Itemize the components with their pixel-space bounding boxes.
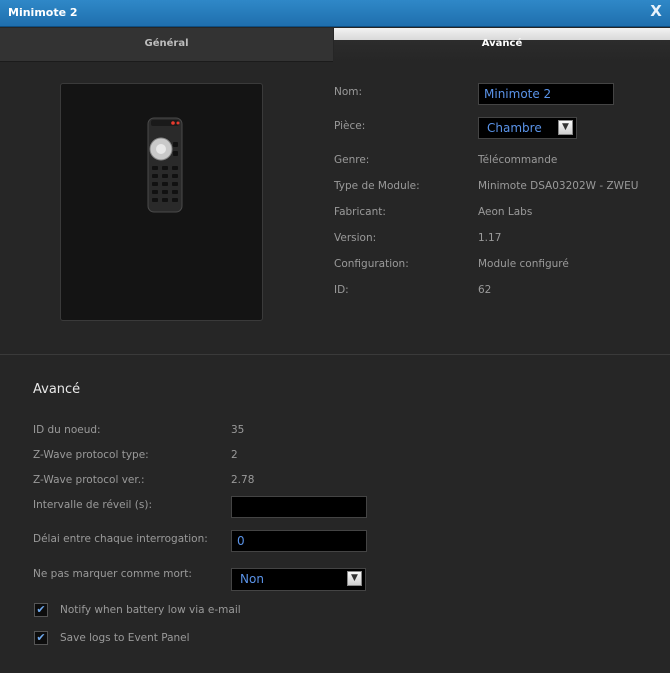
check-icon: ✔ [36,603,46,616]
wakeup-input[interactable] [231,496,367,518]
chevron-down-icon[interactable]: ▼ [558,120,573,135]
piece-select[interactable]: Chambre ▼ [478,117,577,139]
dead-label: Ne pas marquer comme mort: [33,568,192,580]
nom-input[interactable]: Minimote 2 [478,83,614,105]
node-id-label: ID du noeud: [33,424,101,436]
check-icon: ✔ [36,631,46,644]
configuration-value: Module configuré [478,258,569,270]
tab-avance[interactable]: Avancé [334,28,670,62]
advanced-section-title: Avancé [33,382,81,397]
poll-input[interactable]: 0 [231,530,367,552]
device-image-panel [60,83,263,321]
piece-value: Chambre [487,121,542,135]
close-icon[interactable]: X [648,3,664,19]
wakeup-label: Intervalle de réveil (s): [33,499,152,511]
type-label: Type de Module: [334,180,420,192]
dead-value: Non [240,572,264,586]
notify-checkbox[interactable]: ✔ [34,603,48,617]
logs-label: Save logs to Event Panel [60,632,190,644]
protocol-ver-label: Z-Wave protocol ver.: [33,474,145,486]
piece-label: Pièce: [334,120,366,132]
genre-label: Genre: [334,154,370,166]
configuration-label: Configuration: [334,258,409,270]
dead-select[interactable]: Non ▼ [231,568,366,591]
fabricant-label: Fabricant: [334,206,386,218]
tab-general[interactable]: Général [0,28,333,62]
logs-checkbox[interactable]: ✔ [34,631,48,645]
window-title: Minimote 2 [8,6,78,19]
id-value: 62 [478,284,492,296]
protocol-type-label: Z-Wave protocol type: [33,449,149,461]
tab-bar: Général Avancé [0,28,670,62]
tab-avance-label: Avancé [481,38,523,49]
protocol-ver-value: 2.78 [231,474,255,486]
nom-label: Nom: [334,86,363,98]
poll-label: Délai entre chaque interrogation: [33,533,208,545]
type-value: Minimote DSA03202W - ZWEU [478,180,639,192]
protocol-type-value: 2 [231,449,238,461]
remote-control-icon [147,117,183,213]
version-value: 1.17 [478,232,502,244]
chevron-down-icon[interactable]: ▼ [347,571,362,586]
genre-value: Télécommande [478,154,558,166]
id-label: ID: [334,284,349,296]
notify-label: Notify when battery low via e-mail [60,604,241,616]
node-id-value: 35 [231,424,245,436]
section-divider [0,354,670,355]
version-label: Version: [334,232,377,244]
window-titlebar: Minimote 2 X [0,0,670,27]
fabricant-value: Aeon Labs [478,206,533,218]
